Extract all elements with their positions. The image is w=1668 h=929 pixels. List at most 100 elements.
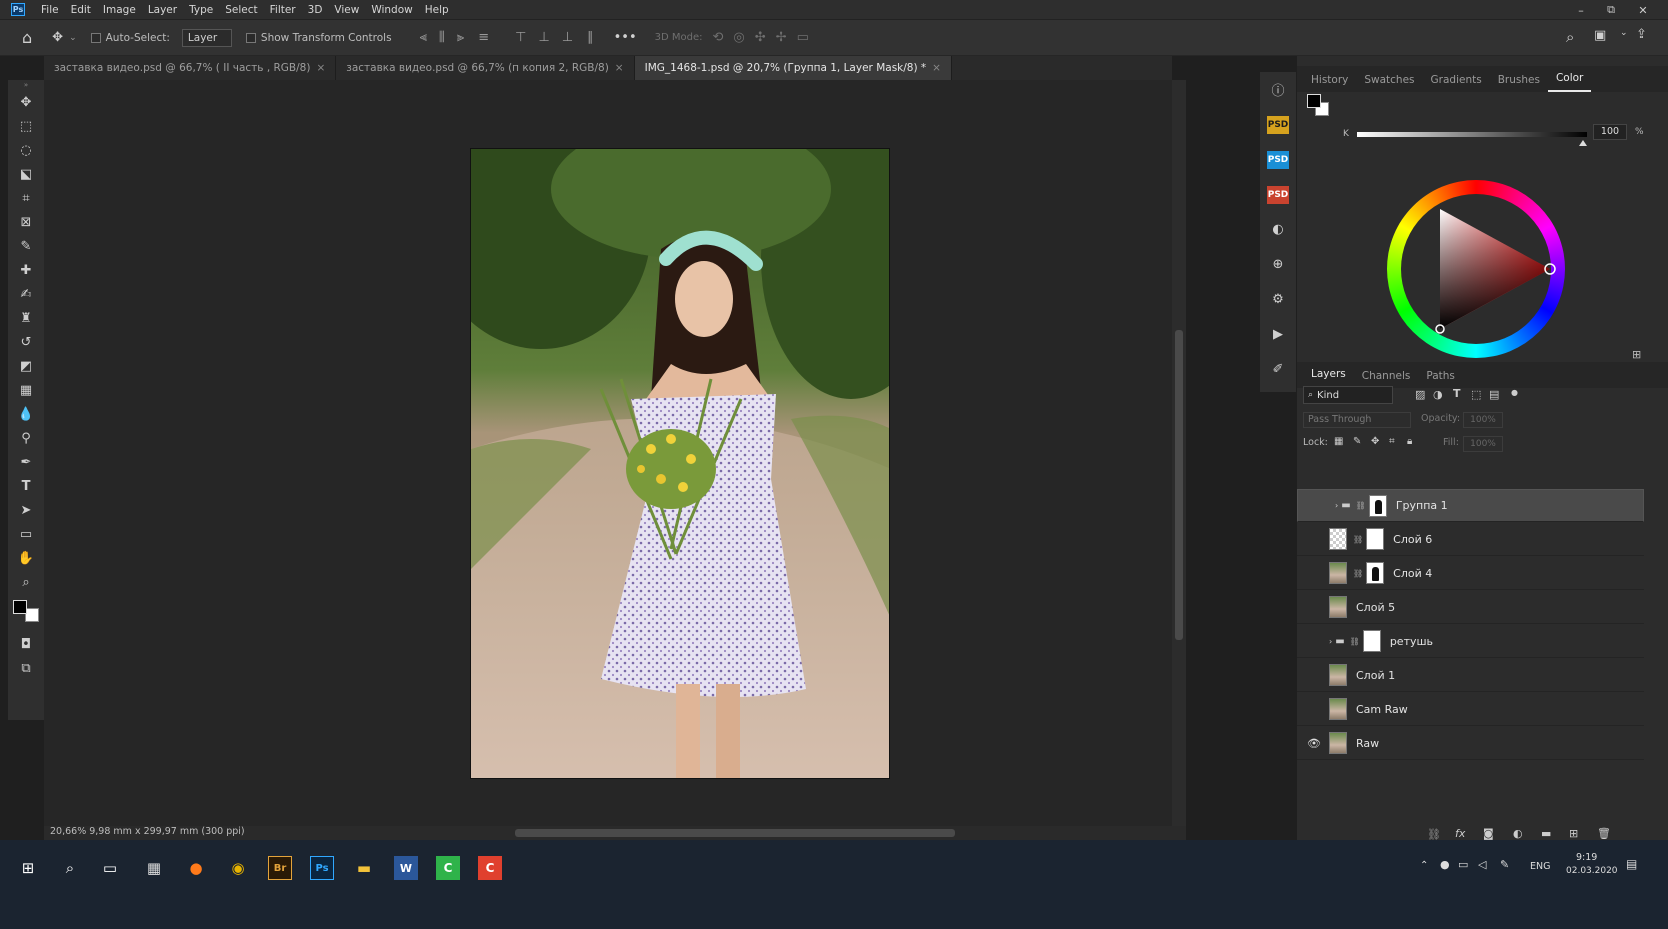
background-color-swatch[interactable] xyxy=(25,608,39,622)
lock-position-icon[interactable]: ✥ xyxy=(1371,436,1379,447)
dodge-icon[interactable]: ⚲ xyxy=(8,426,44,450)
align-left-icon[interactable]: ⫷ xyxy=(420,30,427,45)
volume-icon[interactable]: ◁ xyxy=(1478,858,1486,871)
vertical-scroll-thumb[interactable] xyxy=(1175,330,1183,640)
layer-row-sloy-1[interactable]: Слой 1 xyxy=(1297,659,1644,692)
collapse-toolbar-icon[interactable]: » xyxy=(8,80,44,90)
stamp-icon[interactable]: ♜ xyxy=(8,306,44,330)
eyedropper-icon[interactable]: ✎ xyxy=(8,234,44,258)
layer-row-group-1[interactable]: › ▬ ⛓ Группа 1 xyxy=(1297,489,1644,522)
close-button[interactable]: ✕ xyxy=(1628,0,1658,20)
layer-mask-thumbnail[interactable] xyxy=(1366,528,1385,550)
tab-swatches[interactable]: Swatches xyxy=(1356,74,1422,92)
color-swatches[interactable] xyxy=(8,594,44,632)
home-icon[interactable]: ⌂ xyxy=(22,28,32,47)
shape-filter-icon[interactable]: ⬚ xyxy=(1471,388,1481,401)
firefox-icon[interactable]: ● xyxy=(184,856,208,880)
visibility-toggle[interactable] xyxy=(1307,634,1321,648)
psd-plugin-1-icon[interactable]: PSD xyxy=(1260,107,1296,142)
gradient-icon[interactable]: ▦ xyxy=(8,378,44,402)
psd-plugin-2-icon[interactable]: PSD xyxy=(1260,142,1296,177)
align-middle-icon[interactable]: ⊥ xyxy=(538,30,549,45)
hand-icon[interactable]: ✋ xyxy=(8,546,44,570)
layer-mask-thumbnail[interactable] xyxy=(1366,562,1385,584)
3d-camera-icon[interactable]: ▭ xyxy=(797,30,809,45)
info-icon[interactable]: ⓘ xyxy=(1260,72,1296,107)
properties-icon[interactable]: ⚙ xyxy=(1260,282,1296,317)
menu-select[interactable]: Select xyxy=(219,4,263,16)
tab-gradients[interactable]: Gradients xyxy=(1423,74,1490,92)
color-wheel[interactable] xyxy=(1387,180,1565,358)
smart-object-filter-icon[interactable]: ▤ xyxy=(1489,388,1499,401)
adjustment-layer-icon[interactable]: ◐ xyxy=(1513,827,1523,840)
lock-pixels-icon[interactable]: ✎ xyxy=(1353,436,1361,447)
opacity-field[interactable]: 100% xyxy=(1463,412,1503,428)
blur-icon[interactable]: 💧 xyxy=(8,402,44,426)
layer-row-cam-raw[interactable]: Cam Raw xyxy=(1297,693,1644,726)
3d-slide-icon[interactable]: ✢ xyxy=(776,30,787,45)
notifications-icon[interactable]: ▤ xyxy=(1626,857,1637,871)
brush-icon[interactable]: ✍ xyxy=(8,282,44,306)
tab-document-1[interactable]: заставка видео.psd @ 66,7% ( II часть , … xyxy=(44,56,337,80)
transform-controls-checkbox[interactable]: Show Transform Controls xyxy=(245,32,392,44)
fill-field[interactable]: 100% xyxy=(1463,436,1503,452)
visibility-toggle[interactable] xyxy=(1307,532,1321,546)
k-value-field[interactable]: 100 xyxy=(1593,124,1627,140)
layer-row-sloy-6[interactable]: ⛓ Слой 6 xyxy=(1297,523,1644,556)
word-icon[interactable]: W xyxy=(394,856,418,880)
tab-brushes[interactable]: Brushes xyxy=(1490,74,1548,92)
expand-arrow-icon[interactable]: › xyxy=(1335,501,1338,510)
align-right-icon[interactable]: ⫸ xyxy=(457,30,464,45)
path-select-icon[interactable]: ➤ xyxy=(8,498,44,522)
menu-filter[interactable]: Filter xyxy=(264,4,302,16)
menu-type[interactable]: Type xyxy=(183,4,219,16)
tab-document-active[interactable]: IMG_1468-1.psd @ 20,7% (Группа 1, Layer … xyxy=(634,56,952,80)
lasso-icon[interactable]: ◌ xyxy=(8,138,44,162)
menu-edit[interactable]: Edit xyxy=(65,4,97,16)
zoom-icon[interactable]: ⌕ xyxy=(8,570,44,594)
pen-icon[interactable]: ✒ xyxy=(8,450,44,474)
tab-color[interactable]: Color xyxy=(1547,72,1592,92)
actions-play-icon[interactable]: ▶ xyxy=(1260,317,1296,352)
calculator-icon[interactable]: ▦ xyxy=(142,856,166,880)
filter-toggle-icon[interactable]: ● xyxy=(1511,388,1518,397)
foreground-color-swatch[interactable] xyxy=(13,600,27,614)
minimize-button[interactable]: – xyxy=(1566,0,1596,20)
fx-icon[interactable]: fx xyxy=(1455,827,1465,840)
restore-button[interactable]: ⧉ xyxy=(1596,0,1626,20)
new-group-icon[interactable]: ▬ xyxy=(1541,827,1551,840)
new-layer-icon[interactable]: ⊞ xyxy=(1569,827,1578,840)
lock-transparent-icon[interactable]: ▦ xyxy=(1334,436,1343,447)
add-mask-icon[interactable]: ◙ xyxy=(1483,827,1494,840)
close-icon[interactable]: × xyxy=(932,62,941,74)
frame-icon[interactable]: ⊠ xyxy=(8,210,44,234)
windows-start-icon[interactable]: ⊞ xyxy=(16,856,40,880)
clock-date[interactable]: 02.03.2020 xyxy=(1566,866,1618,876)
close-icon[interactable]: × xyxy=(615,62,624,74)
history-brush-icon[interactable]: ↺ xyxy=(8,330,44,354)
object-select-icon[interactable]: ⬕ xyxy=(8,162,44,186)
3d-orbit-icon[interactable]: ⟲ xyxy=(713,30,724,45)
k-slider[interactable] xyxy=(1357,132,1587,137)
photoshop-taskbar-icon[interactable]: Ps xyxy=(310,856,334,880)
blend-mode-dropdown[interactable]: Pass Through xyxy=(1303,412,1411,428)
menu-window[interactable]: Window xyxy=(365,4,418,16)
menu-layer[interactable]: Layer xyxy=(142,4,183,16)
network-icon[interactable]: ▭ xyxy=(1458,858,1468,871)
recorder-icon[interactable]: C xyxy=(478,856,502,880)
tab-document-2[interactable]: заставка видео.psd @ 66,7% (п копия 2, R… xyxy=(336,56,635,80)
visibility-toggle[interactable] xyxy=(1307,566,1321,580)
visibility-toggle[interactable] xyxy=(1307,702,1321,716)
brush-settings-icon[interactable]: ✐ xyxy=(1260,352,1296,387)
adjustment-filter-icon[interactable]: ◑ xyxy=(1433,388,1443,401)
expand-icon[interactable]: ⊞ xyxy=(1632,348,1641,361)
tray-chevron-icon[interactable]: ⌃ xyxy=(1420,860,1428,871)
more-options-button[interactable]: ••• xyxy=(614,30,637,45)
search-icon[interactable]: ⌕ xyxy=(1566,28,1574,46)
distribute-icon[interactable]: ≡ xyxy=(478,30,489,45)
distribute-vertical-icon[interactable]: ∥ xyxy=(587,30,594,45)
eye-icon[interactable]: 👁︎ xyxy=(1307,736,1321,750)
visibility-toggle[interactable] xyxy=(1307,668,1321,682)
layer-row-sloy-5[interactable]: Слой 5 xyxy=(1297,591,1644,624)
task-view-icon[interactable]: ▭ xyxy=(98,856,122,880)
